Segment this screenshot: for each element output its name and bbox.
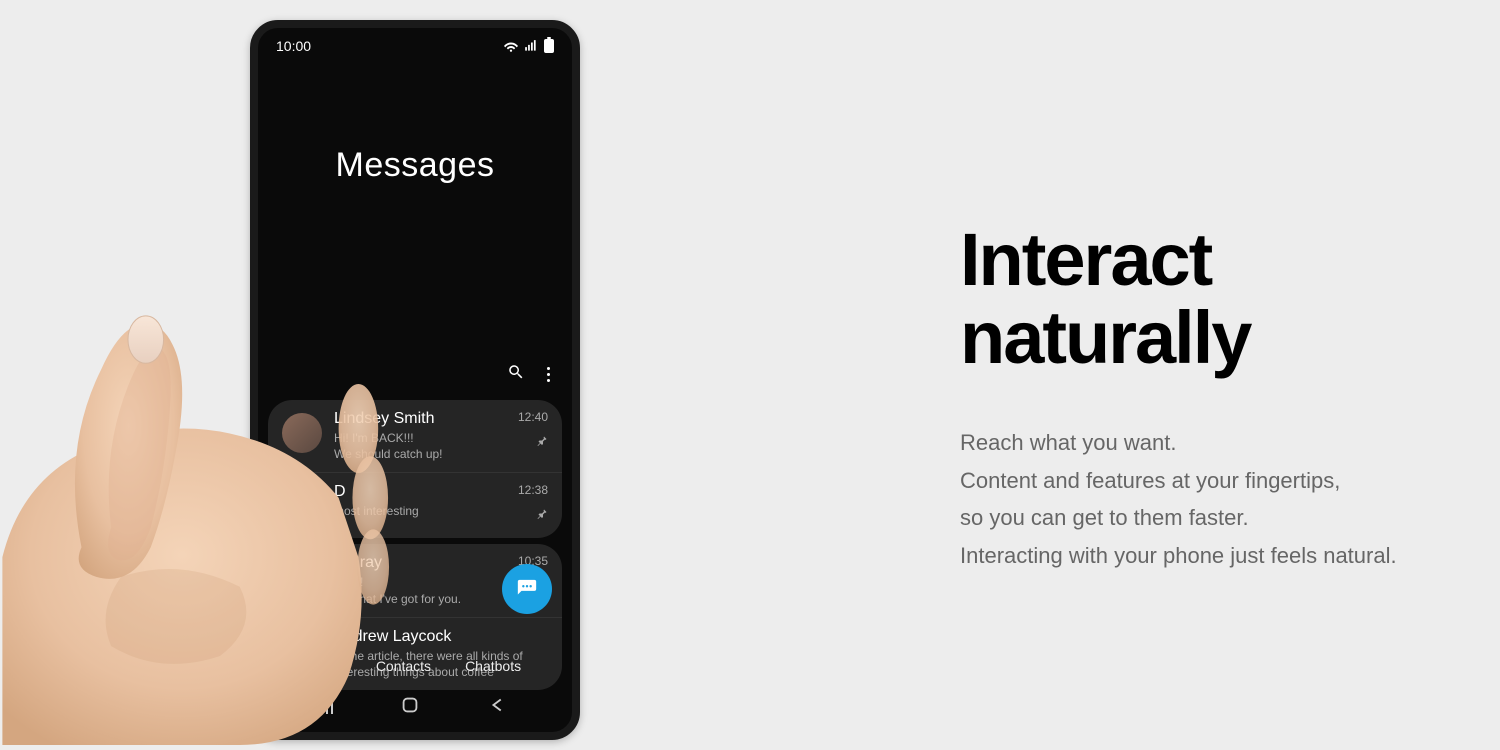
contact-name: D <box>334 483 518 501</box>
more-icon[interactable] <box>547 367 550 382</box>
system-navbar <box>258 688 572 722</box>
avatar <box>282 413 322 453</box>
recents-icon[interactable] <box>321 696 333 714</box>
bottom-tabs: versations Contacts Chatbots <box>258 658 572 680</box>
battery-icon <box>544 39 554 53</box>
message-time: 12:40 <box>518 410 548 424</box>
conversation-item[interactable]: Lindsey Smith Hi! I'm BACK!!! We should … <box>268 400 562 472</box>
status-bar: 10:00 <box>258 32 572 56</box>
compose-fab[interactable] <box>502 564 552 614</box>
pin-icon <box>518 507 548 525</box>
tab-contacts[interactable]: Contacts <box>376 658 431 680</box>
contact-name: Lindsey Smith <box>334 410 518 428</box>
app-title: Messages <box>258 146 572 185</box>
chat-bubble-icon <box>516 578 538 600</box>
message-preview: Hi! I'm BACK!!! We should catch up! <box>334 430 518 462</box>
status-icons <box>504 39 554 53</box>
home-icon[interactable] <box>399 694 421 716</box>
headline: Interact naturally <box>960 221 1500 376</box>
app-header: Messages <box>258 146 572 394</box>
pinned-group: Lindsey Smith Hi! I'm BACK!!! We should … <box>268 400 562 538</box>
signal-icon <box>524 39 538 53</box>
wifi-icon <box>504 39 518 53</box>
message-time: 12:38 <box>518 483 548 497</box>
conversation-item[interactable]: D most interesting 12:38 <box>268 472 562 538</box>
marketing-copy: Interact naturally Reach what you want. … <box>760 171 1500 574</box>
phone-frame: 10:00 Messages Lindsey Smith <box>250 20 580 740</box>
phone-showcase: 10:00 Messages Lindsey Smith <box>0 0 760 745</box>
avatar <box>282 486 322 526</box>
pin-icon <box>518 434 548 452</box>
search-icon[interactable] <box>507 363 525 386</box>
message-preview: most interesting <box>334 503 518 519</box>
contact-name: a Gray <box>334 554 518 572</box>
status-time: 10:00 <box>276 38 311 54</box>
message-preview: Alisa! ee what I've got for you. <box>334 574 518 606</box>
contact-name: Andrew Laycock <box>334 628 548 646</box>
body-text: Reach what you want. Content and feature… <box>960 424 1500 574</box>
tab-chatbots[interactable]: Chatbots <box>465 658 521 680</box>
tab-conversations[interactable]: versations <box>278 658 342 680</box>
back-icon[interactable] <box>487 694 509 716</box>
